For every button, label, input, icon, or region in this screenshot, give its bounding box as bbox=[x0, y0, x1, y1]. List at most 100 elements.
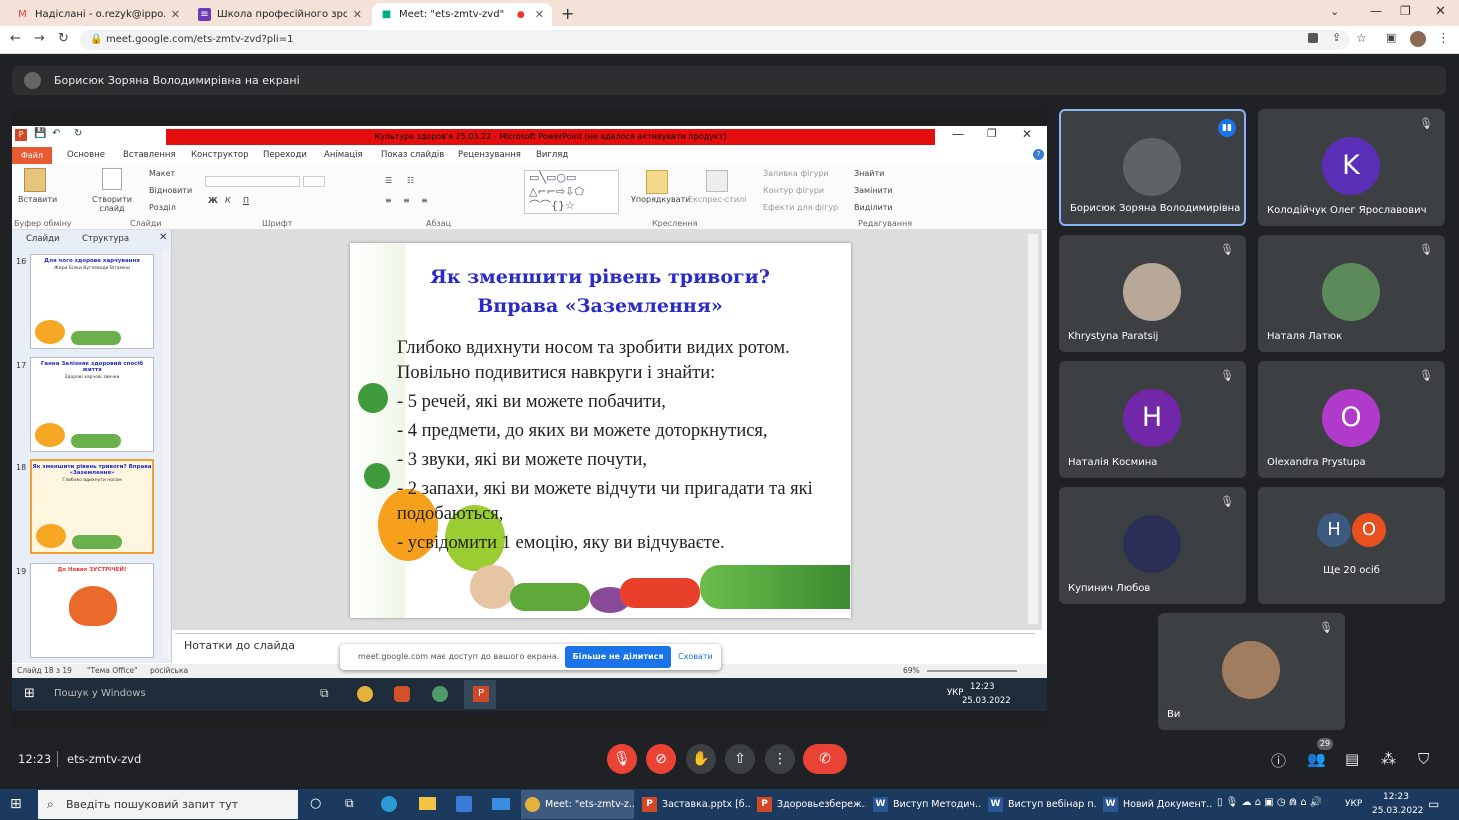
notifications-icon[interactable]: ▭ bbox=[1428, 797, 1439, 811]
numbering-icon[interactable]: ☷ bbox=[407, 176, 414, 185]
section-button[interactable]: Розділ bbox=[149, 203, 176, 212]
meeting-info-icon[interactable]: ⓘ bbox=[1271, 750, 1286, 771]
store-icon[interactable] bbox=[456, 796, 472, 812]
windows-start-icon[interactable]: ⊞ bbox=[10, 796, 22, 812]
close-icon[interactable]: ✕ bbox=[353, 8, 362, 21]
close-icon[interactable]: ✕ bbox=[535, 8, 544, 21]
participant-tile[interactable]: Н 🎙 Наталія Космина bbox=[1059, 361, 1246, 478]
slide-thumb-18[interactable]: Як зменшити рівень тривоги? Вправа «Зазе… bbox=[30, 459, 154, 554]
more-participants-tile[interactable]: Н О Ще 20 осіб bbox=[1258, 487, 1445, 604]
side-panel-icon[interactable]: ▣ bbox=[1386, 31, 1396, 44]
font-name-field[interactable] bbox=[205, 176, 300, 187]
shape-fill-button[interactable]: Заливка фігури bbox=[763, 169, 829, 178]
shape-effects-button[interactable]: Ефекти для фігур bbox=[763, 203, 838, 212]
arrange-button[interactable]: Упорядкувати bbox=[631, 195, 690, 204]
self-tile[interactable]: 🎙 Ви bbox=[1158, 613, 1345, 730]
camera-indicator-icon[interactable] bbox=[1308, 33, 1318, 43]
tab-slides[interactable]: Слайди bbox=[26, 234, 60, 244]
taskbar-app-meet[interactable]: Meet: "ets-zmtv-z... bbox=[521, 790, 634, 819]
participant-tile[interactable]: ▮▮ Борисюк Зоряна Володимирівна bbox=[1059, 109, 1246, 226]
edge-icon[interactable] bbox=[381, 796, 397, 812]
close-icon[interactable]: ✕ bbox=[171, 8, 180, 21]
ppt-minimize-icon[interactable]: — bbox=[952, 127, 964, 141]
participant-tile[interactable]: 🎙 Khrystyna Paratsij bbox=[1059, 235, 1246, 352]
language-indicator[interactable]: УКР bbox=[1345, 799, 1362, 809]
reset-button[interactable]: Відновити bbox=[149, 186, 192, 195]
raise-hand-button[interactable]: ✋ bbox=[686, 744, 716, 774]
replace-button[interactable]: Замінити bbox=[854, 186, 893, 195]
menu-animation[interactable]: Анімація bbox=[324, 150, 363, 160]
menu-insert[interactable]: Вставлення bbox=[123, 150, 176, 160]
participant-tile[interactable]: 🎙 Купинич Любов bbox=[1059, 487, 1246, 604]
select-button[interactable]: Виділити bbox=[854, 203, 893, 212]
taskbar-app-pptx[interactable]: P Заставка.pptx [б... bbox=[638, 790, 751, 819]
reload-icon[interactable]: ↻ bbox=[58, 31, 69, 46]
host-controls-icon[interactable]: ⛉ bbox=[1418, 750, 1429, 768]
tray-icons[interactable]: ▯ 🎙 ☁ ⌂ ▣ ◷ ⋒ ⌂ 🔊 bbox=[1217, 797, 1322, 808]
shapes-gallery[interactable]: ▭╲▭○▭ △⌐⌐⇨⇩⬠ ⌒⌒{}☆ bbox=[524, 170, 619, 214]
taskbar-app-ppt2[interactable]: P Здоровьезбереж... bbox=[753, 790, 866, 819]
minimize-icon[interactable]: — bbox=[1370, 4, 1382, 18]
present-button[interactable]: ⇧ bbox=[725, 744, 755, 774]
forward-icon[interactable]: → bbox=[34, 31, 45, 46]
underline-icon[interactable]: П bbox=[243, 196, 249, 205]
restore-icon[interactable]: ❐ bbox=[1400, 4, 1411, 18]
slide-thumb-19[interactable]: До Нових ЗУСТРІЧЕЙ! bbox=[30, 563, 154, 658]
menu-dots-icon[interactable]: ⋮ bbox=[1437, 31, 1450, 46]
pane-scrollbar[interactable] bbox=[162, 250, 170, 658]
font-size-field[interactable] bbox=[303, 176, 325, 187]
slide-thumb-16[interactable]: Для чого здорове харчування Жири Білки В… bbox=[30, 254, 154, 349]
quick-styles-button[interactable]: Експрес-стилі bbox=[688, 195, 746, 204]
redo-icon[interactable]: ↻ bbox=[74, 128, 82, 139]
chat-icon[interactable]: ▤ bbox=[1345, 750, 1359, 768]
layout-button[interactable]: Макет bbox=[149, 169, 175, 178]
menu-view[interactable]: Вигляд bbox=[536, 150, 568, 160]
undo-icon[interactable]: ↶ bbox=[52, 128, 60, 139]
activities-icon[interactable]: ⁂ bbox=[1381, 750, 1396, 768]
italic-icon[interactable]: К bbox=[225, 196, 231, 205]
close-window-icon[interactable]: ✕ bbox=[1435, 4, 1446, 19]
tab-outline[interactable]: Структура bbox=[82, 234, 129, 244]
new-tab-icon[interactable]: + bbox=[561, 4, 574, 23]
menu-slideshow[interactable]: Показ слайдів bbox=[381, 150, 444, 160]
tab-meet[interactable]: ■ Meet: "ets-zmtv-zvd" ● ✕ bbox=[372, 3, 552, 26]
taskbar-app-word1[interactable]: W Виступ Методич... bbox=[869, 790, 982, 819]
new-slide-button[interactable]: Створити слайд bbox=[92, 195, 132, 213]
bullets-icon[interactable]: ☰ bbox=[385, 176, 392, 185]
close-pane-icon[interactable]: ✕ bbox=[159, 232, 167, 243]
share-page-icon[interactable]: ⇪ bbox=[1332, 31, 1341, 44]
url-input[interactable]: 🔒 meet.google.com/ets-zmtv-zvd?pli=1 bbox=[80, 30, 1350, 50]
help-icon[interactable]: ? bbox=[1033, 149, 1044, 160]
camera-off-button[interactable]: ⊘ bbox=[646, 744, 676, 774]
ppt-restore-icon[interactable]: ❐ bbox=[987, 127, 997, 140]
people-icon[interactable]: 👥 bbox=[1307, 750, 1326, 768]
menu-home[interactable]: Основне bbox=[67, 150, 105, 160]
tab-gmail[interactable]: M Надіслані - o.rezyk@ippo.edu.t ✕ bbox=[8, 3, 188, 26]
align-center-icon[interactable]: ≡ bbox=[403, 196, 410, 205]
taskbar-app-word2[interactable]: W Виступ вебінар п... bbox=[984, 790, 1097, 819]
slide-thumb-17[interactable]: Ганна Залізняк здоровий спосіб життя Здо… bbox=[30, 357, 154, 452]
align-left-icon[interactable]: ≡ bbox=[385, 196, 392, 205]
save-icon[interactable]: 💾 bbox=[34, 128, 46, 139]
slide-scrollbar[interactable] bbox=[1028, 234, 1038, 624]
menu-design[interactable]: Конструктор bbox=[191, 150, 249, 160]
file-tab[interactable]: Файл bbox=[12, 147, 52, 164]
zoom-slider[interactable] bbox=[927, 670, 1017, 672]
mail-icon[interactable] bbox=[492, 798, 510, 810]
tab-search-icon[interactable]: ⌄ bbox=[1330, 5, 1339, 18]
taskbar-app-word3[interactable]: W Новий Документ... bbox=[1099, 790, 1212, 819]
paste-button[interactable]: Вставити bbox=[18, 195, 57, 204]
task-view-icon[interactable]: ⧉ bbox=[345, 796, 354, 811]
file-explorer-icon[interactable] bbox=[419, 797, 436, 810]
back-icon[interactable]: ← bbox=[10, 31, 21, 46]
menu-review[interactable]: Рецензування bbox=[458, 150, 521, 160]
stop-sharing-button[interactable]: Більше не ділитися bbox=[565, 646, 671, 668]
bold-icon[interactable]: Ж bbox=[208, 196, 218, 205]
mic-off-button[interactable]: 🎙 bbox=[607, 744, 637, 774]
shape-outline-button[interactable]: Контур фігури bbox=[763, 186, 824, 195]
hide-button[interactable]: Сховати bbox=[678, 652, 713, 661]
cortana-icon[interactable]: ○ bbox=[310, 796, 321, 811]
participant-tile[interactable]: O 🎙 Olexandra Prystupa bbox=[1258, 361, 1445, 478]
taskbar-search[interactable]: Введіть пошуковий запит тут bbox=[38, 790, 298, 819]
profile-avatar[interactable] bbox=[1410, 31, 1426, 47]
